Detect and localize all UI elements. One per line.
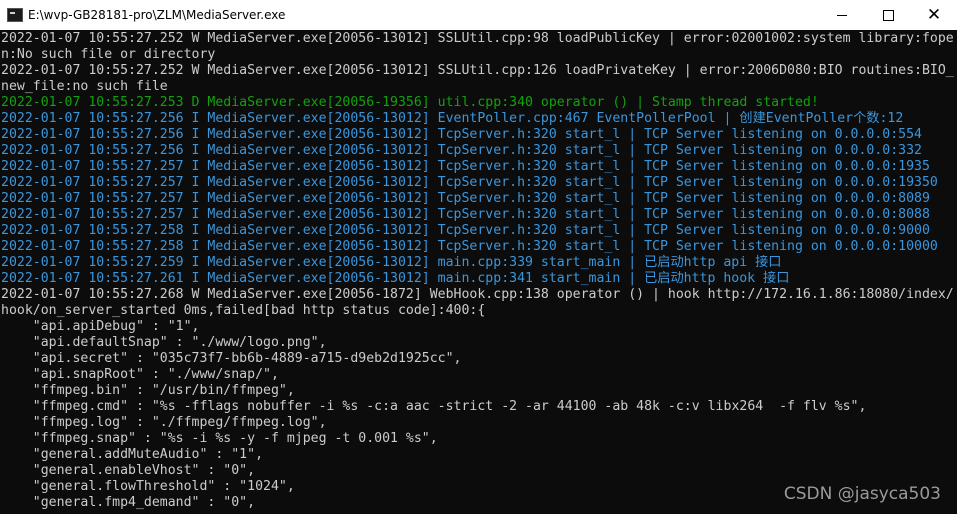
console-line: 2022-01-07 10:55:27.259 I MediaServer.ex… xyxy=(1,255,782,270)
console-line: hook/on_server_started 0ms,failed[bad ht… xyxy=(1,303,486,318)
console-line: n:No such file or directory xyxy=(1,47,216,62)
console-line: 2022-01-07 10:55:27.261 I MediaServer.ex… xyxy=(1,271,790,286)
console-line: "general.enableVhost" : "0", xyxy=(1,463,256,478)
console-line: "ffmpeg.snap" : "%s -i %s -y -f mjpeg -t… xyxy=(1,431,438,446)
console-line: "general.addMuteAudio" : "1", xyxy=(1,447,264,462)
console-line: 2022-01-07 10:55:27.257 I MediaServer.ex… xyxy=(1,175,938,190)
console-line: "api.secret" : "035c73f7-bb6b-4889-a715-… xyxy=(1,351,462,366)
window-title: E:\wvp-GB28181-pro\ZLM\MediaServer.exe xyxy=(28,8,286,22)
minimize-button[interactable] xyxy=(819,0,865,30)
console-line: 2022-01-07 10:55:27.252 W MediaServer.ex… xyxy=(1,63,954,78)
console-output[interactable]: 2022-01-07 10:55:27.252 W MediaServer.ex… xyxy=(0,31,957,514)
console-line: 2022-01-07 10:55:27.256 I MediaServer.ex… xyxy=(1,127,922,142)
console-line: 2022-01-07 10:55:27.257 I MediaServer.ex… xyxy=(1,159,930,174)
console-app-icon xyxy=(7,8,23,22)
maximize-button[interactable] xyxy=(865,0,911,30)
console-line: "api.defaultSnap" : "./www/logo.png", xyxy=(1,335,327,350)
console-line: "ffmpeg.bin" : "/usr/bin/ffmpeg", xyxy=(1,383,295,398)
console-line: "api.snapRoot" : "./www/snap/", xyxy=(1,367,279,382)
title-bar[interactable]: E:\wvp-GB28181-pro\ZLM\MediaServer.exe ✕ xyxy=(0,0,957,30)
close-button[interactable]: ✕ xyxy=(911,0,957,30)
close-icon: ✕ xyxy=(926,5,942,25)
console-line: 2022-01-07 10:55:27.253 D MediaServer.ex… xyxy=(1,95,819,110)
console-line: 2022-01-07 10:55:27.252 W MediaServer.ex… xyxy=(1,31,954,46)
console-line: 2022-01-07 10:55:27.258 I MediaServer.ex… xyxy=(1,223,930,238)
console-line: 2022-01-07 10:55:27.256 I MediaServer.ex… xyxy=(1,111,904,126)
watermark: CSDN @jasyca503 xyxy=(783,484,941,504)
console-line: new_file:no such file xyxy=(1,79,168,94)
maximize-icon xyxy=(882,9,894,21)
minimize-icon xyxy=(837,14,847,16)
console-line: 2022-01-07 10:55:27.257 I MediaServer.ex… xyxy=(1,207,930,222)
console-line: "api.apiDebug" : "1", xyxy=(1,319,200,334)
window-controls: ✕ xyxy=(819,0,957,30)
console-line: 2022-01-07 10:55:27.256 I MediaServer.ex… xyxy=(1,143,922,158)
console-window: E:\wvp-GB28181-pro\ZLM\MediaServer.exe ✕… xyxy=(0,0,957,514)
console-line: 2022-01-07 10:55:27.268 W MediaServer.ex… xyxy=(1,287,954,302)
console-line: "ffmpeg.log" : "./ffmpeg/ffmpeg.log", xyxy=(1,415,327,430)
console-line: "general.fmp4_demand" : "0", xyxy=(1,495,256,510)
console-line: "ffmpeg.cmd" : "%s -fflags nobuffer -i %… xyxy=(1,399,867,414)
console-line: 2022-01-07 10:55:27.257 I MediaServer.ex… xyxy=(1,191,930,206)
console-line: "general.flowThreshold" : "1024", xyxy=(1,479,295,494)
console-line: 2022-01-07 10:55:27.258 I MediaServer.ex… xyxy=(1,239,938,254)
